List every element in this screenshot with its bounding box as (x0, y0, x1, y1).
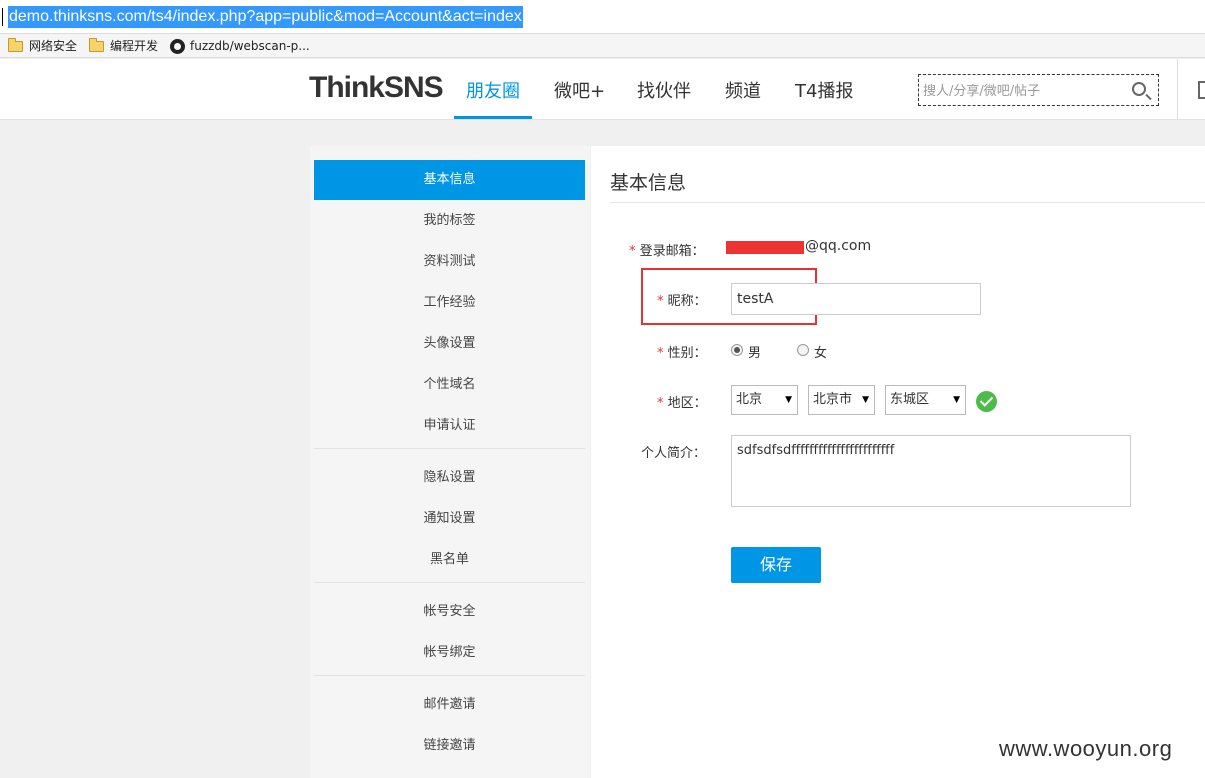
nav-find-partner[interactable]: 找伙伴 (637, 77, 691, 103)
sidebar-item-verification[interactable]: 申请认证 (314, 406, 585, 446)
nickname-input[interactable]: testA (731, 283, 981, 315)
required-mark: * (657, 294, 664, 309)
sidebar-item-my-tags[interactable]: 我的标签 (314, 201, 585, 241)
bookmark-label: 编程开发 (110, 39, 159, 53)
page-title: 基本信息 (610, 172, 687, 194)
province-select[interactable]: 北京 ▼ (731, 385, 798, 415)
address-url[interactable]: demo.thinksns.com/ts4/index.php?app=publ… (8, 6, 523, 28)
gender-label: * 性别： (657, 342, 707, 361)
city-value: 北京市 (813, 392, 853, 407)
sidebar-divider (314, 675, 585, 676)
email-label: * 登录邮箱： (629, 240, 705, 259)
sidebar-item-profile-test[interactable]: 资料测试 (314, 242, 585, 282)
dropdown-arrow-icon: ▼ (785, 395, 792, 405)
site-header: ThinkSNS 朋友圈 微吧+ 找伙伴 频道 T4播报 (0, 59, 1205, 120)
sidebar-item-account-security[interactable]: 帐号安全 (314, 592, 585, 632)
nav-t4-broadcast[interactable]: T4播报 (795, 77, 853, 103)
bio-label: 个人简介： (641, 446, 707, 461)
header-divider (1177, 59, 1178, 119)
sidebar-item-custom-domain[interactable]: 个性域名 (314, 365, 585, 405)
sidebar-item-email-invite[interactable]: 邮件邀请 (314, 685, 585, 725)
email-label-text: 登录邮箱： (639, 244, 705, 259)
bookmark-label: 网络安全 (29, 39, 78, 53)
folder-icon (8, 37, 23, 52)
gender-female-label[interactable]: 女 (814, 342, 827, 361)
sidebar-item-privacy[interactable]: 隐私设置 (314, 458, 585, 498)
bookmark-fuzzdb[interactable]: fuzzdb/webscan-p... (170, 37, 310, 55)
district-select[interactable]: 东城区 ▼ (885, 385, 966, 415)
search-input[interactable] (923, 80, 1123, 102)
github-icon (170, 38, 185, 54)
gender-female-radio[interactable] (797, 344, 809, 356)
nickname-label: * 昵称： (657, 290, 707, 309)
nav-channel[interactable]: 频道 (725, 77, 761, 103)
search-box (918, 74, 1159, 106)
gender-label-text: 性别： (667, 346, 707, 361)
sidebar-item-notifications[interactable]: 通知设置 (314, 499, 585, 539)
search-icon[interactable] (1132, 82, 1146, 96)
sidebar-item-account-binding[interactable]: 帐号绑定 (314, 633, 585, 673)
email-value: @qq.com (805, 238, 872, 254)
sidebar-divider (314, 448, 585, 449)
nickname-label-text: 昵称： (667, 294, 707, 309)
bookmark-label: fuzzdb/webscan-p... (190, 39, 310, 53)
save-button[interactable]: 保存 (731, 547, 821, 583)
check-icon (976, 391, 997, 412)
required-mark: * (629, 244, 636, 259)
main-content: 基本信息 * 登录邮箱： @qq.com * 昵称： testA * 性别： 男… (591, 146, 1205, 778)
region-label-text: 地区： (667, 396, 707, 411)
required-mark: * (657, 396, 664, 411)
dropdown-arrow-icon: ▼ (862, 395, 869, 405)
title-divider (610, 202, 1205, 203)
address-bar[interactable]: demo.thinksns.com/ts4/index.php?app=publ… (0, 0, 1205, 34)
watermark: www.wooyun.org (999, 736, 1173, 761)
dropdown-arrow-icon: ▼ (953, 395, 960, 405)
nav-friends[interactable]: 朋友圈 (466, 77, 520, 103)
message-icon[interactable] (1198, 81, 1205, 99)
site-logo[interactable]: ThinkSNS (309, 71, 444, 105)
region-label: * 地区： (657, 392, 707, 411)
district-value: 东城区 (890, 392, 930, 407)
text-caret (2, 8, 3, 26)
sidebar-item-work-experience[interactable]: 工作经验 (314, 283, 585, 323)
redaction-bar (726, 241, 804, 254)
bookmark-programming[interactable]: 编程开发 (89, 37, 158, 55)
folder-icon (89, 37, 104, 52)
nav-active-indicator (454, 116, 532, 119)
sidebar-item-link-invite[interactable]: 链接邀请 (314, 726, 585, 766)
province-value: 北京 (736, 392, 763, 407)
sidebar-item-basic-info[interactable]: 基本信息 (314, 160, 585, 200)
sidebar-item-blacklist[interactable]: 黑名单 (314, 540, 585, 580)
gender-male-radio[interactable] (731, 344, 743, 356)
sidebar-item-avatar[interactable]: 头像设置 (314, 324, 585, 364)
bookmarks-bar: 网络安全 编程开发 fuzzdb/webscan-p... (0, 34, 1205, 58)
bio-textarea[interactable]: sdfsdfsdfffffffffffffffffffffff (731, 435, 1131, 507)
gender-male-label[interactable]: 男 (748, 342, 761, 361)
required-mark: * (657, 346, 664, 361)
settings-sidebar: 基本信息 我的标签 资料测试 工作经验 头像设置 个性域名 申请认证 隐私设置 … (310, 146, 590, 778)
city-select[interactable]: 北京市 ▼ (808, 385, 875, 415)
nav-weiba[interactable]: 微吧+ (554, 77, 605, 103)
sidebar-divider (314, 582, 585, 583)
bookmark-network-security[interactable]: 网络安全 (8, 37, 77, 55)
